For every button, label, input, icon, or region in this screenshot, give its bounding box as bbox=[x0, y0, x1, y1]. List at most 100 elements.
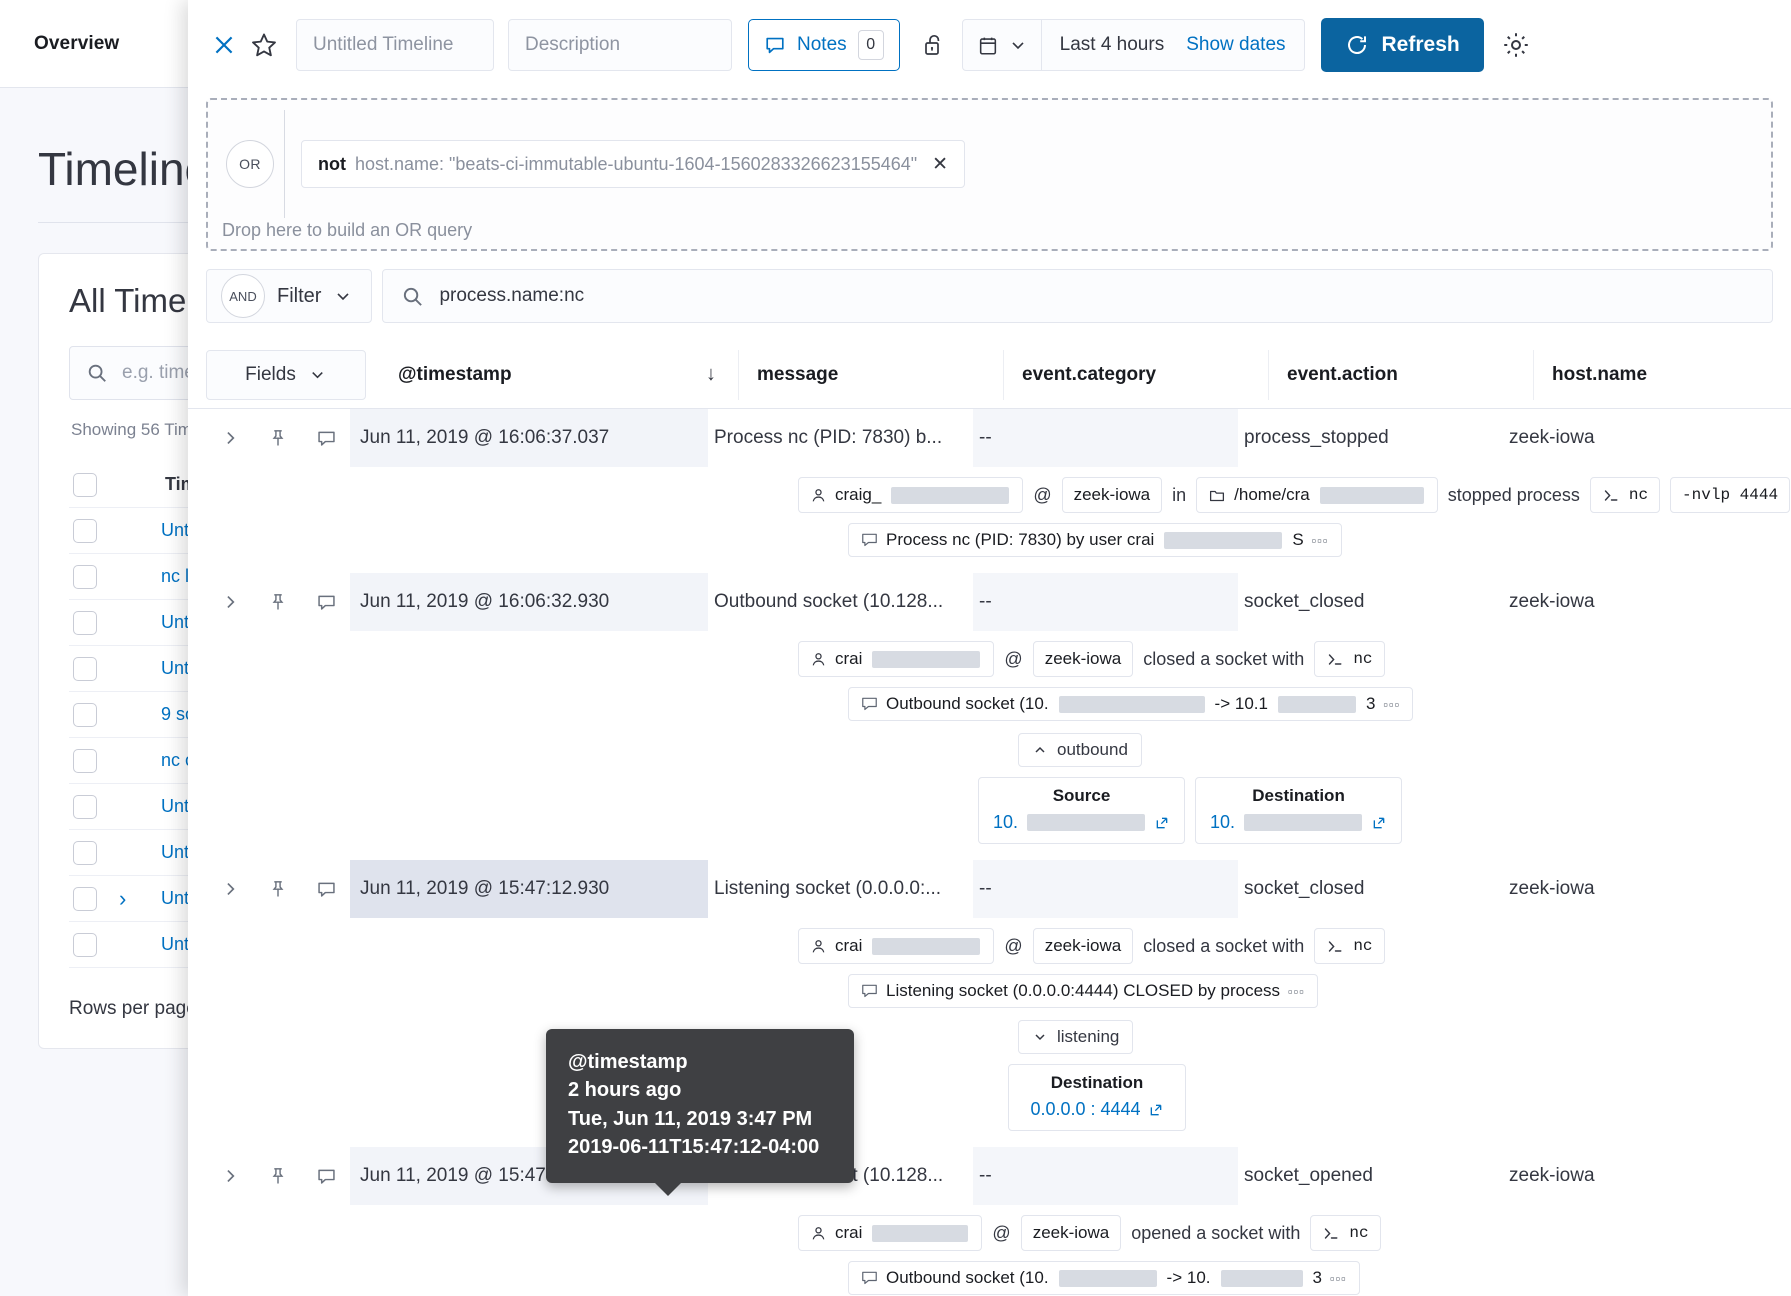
pin-icon[interactable] bbox=[254, 591, 302, 613]
row-checkbox[interactable] bbox=[73, 565, 97, 589]
user-chip[interactable]: crai bbox=[798, 1215, 982, 1251]
date-range-value[interactable]: Last 4 hours bbox=[1042, 34, 1187, 56]
cell-host-name[interactable]: zeek-iowa bbox=[1503, 409, 1791, 467]
network-address[interactable]: 10. bbox=[993, 812, 1018, 833]
user-chip[interactable]: crai bbox=[798, 641, 994, 677]
more-actions-icon[interactable]: ▫▫▫ bbox=[1383, 697, 1400, 712]
external-link-icon[interactable] bbox=[1154, 815, 1170, 831]
network-box-value[interactable]: 0.0.0.0 : 4444 bbox=[1023, 1099, 1171, 1120]
cell-message[interactable]: Outbound socket (10.128... bbox=[708, 573, 973, 631]
pin-icon[interactable] bbox=[254, 878, 302, 900]
column-header-message[interactable]: message bbox=[738, 350, 1003, 400]
select-all-checkbox[interactable] bbox=[73, 473, 97, 497]
column-header-event-action[interactable]: event.action bbox=[1268, 350, 1533, 400]
add-note-icon[interactable] bbox=[302, 428, 350, 449]
network-address[interactable]: 0.0.0.0 : 4444 bbox=[1030, 1099, 1140, 1120]
process-chip[interactable]: nc bbox=[1590, 477, 1660, 513]
query-filter-pill[interactable]: not host.name: "beats-ci-immutable-ubunt… bbox=[301, 140, 965, 188]
close-icon[interactable]: ✕ bbox=[932, 153, 948, 176]
pin-icon[interactable] bbox=[254, 427, 302, 449]
cell-timestamp[interactable]: Jun 11, 2019 @ 16:06:37.037 bbox=[350, 409, 708, 467]
cell-message[interactable]: Process nc (PID: 7830) b... bbox=[708, 409, 973, 467]
row-checkbox[interactable] bbox=[73, 703, 97, 727]
host-chip[interactable]: zeek-iowa bbox=[1021, 1215, 1122, 1251]
show-dates-button[interactable]: Show dates bbox=[1186, 34, 1303, 56]
sort-descending-icon[interactable]: ↓ bbox=[706, 363, 716, 386]
add-note-icon[interactable] bbox=[302, 592, 350, 613]
event-message-chip[interactable]: Outbound socket (10.-> 10.3▫▫▫ bbox=[848, 1261, 1360, 1295]
nav-item-overview[interactable]: Overview bbox=[34, 33, 119, 55]
timeline-description-input[interactable]: Description bbox=[508, 19, 732, 71]
cell-event-action[interactable]: socket_opened bbox=[1238, 1147, 1503, 1205]
cell-timestamp[interactable]: Jun 11, 2019 @ 16:06:32.930 bbox=[350, 573, 708, 631]
add-note-icon[interactable] bbox=[302, 879, 350, 900]
user-chip[interactable]: craig_ bbox=[798, 477, 1023, 513]
network-address[interactable]: 10. bbox=[1210, 812, 1235, 833]
refresh-button[interactable]: Refresh bbox=[1321, 18, 1484, 72]
expand-event-icon[interactable] bbox=[206, 1166, 254, 1186]
add-note-icon[interactable] bbox=[302, 1166, 350, 1187]
process-chip[interactable]: nc bbox=[1314, 928, 1384, 964]
row-checkbox[interactable] bbox=[73, 611, 97, 635]
path-chip[interactable]: /home/cra bbox=[1196, 477, 1438, 513]
cell-host-name[interactable]: zeek-iowa bbox=[1503, 573, 1791, 631]
cell-event-action[interactable]: socket_closed bbox=[1238, 573, 1503, 631]
row-checkbox[interactable] bbox=[73, 887, 97, 911]
favorite-star-icon[interactable] bbox=[244, 25, 284, 65]
close-icon[interactable] bbox=[204, 25, 244, 65]
network-box-value[interactable]: 10. bbox=[1210, 812, 1387, 833]
date-picker[interactable]: Last 4 hours Show dates bbox=[962, 19, 1305, 71]
notes-button[interactable]: Notes 0 bbox=[748, 19, 900, 71]
cell-host-name[interactable]: zeek-iowa bbox=[1503, 1147, 1791, 1205]
cell-host-name[interactable]: zeek-iowa bbox=[1503, 860, 1791, 918]
process-args-chip[interactable]: -nvlp 4444 bbox=[1670, 477, 1790, 513]
cell-event-category[interactable]: -- bbox=[973, 409, 1238, 467]
network-toggle[interactable]: listening bbox=[1018, 1020, 1133, 1054]
expand-row-icon[interactable]: › bbox=[119, 886, 139, 912]
host-chip[interactable]: zeek-iowa bbox=[1033, 928, 1134, 964]
gear-icon[interactable] bbox=[1496, 25, 1536, 65]
event-message-chip[interactable]: Process nc (PID: 7830) by user craiS▫▫▫ bbox=[848, 523, 1342, 557]
network-box-value[interactable]: 10. bbox=[993, 812, 1170, 833]
row-checkbox[interactable] bbox=[73, 933, 97, 957]
external-link-icon[interactable] bbox=[1148, 1102, 1164, 1118]
host-chip[interactable]: zeek-iowa bbox=[1033, 641, 1134, 677]
timeline-title-input[interactable]: Untitled Timeline bbox=[296, 19, 494, 71]
kql-search-input[interactable]: process.name:nc bbox=[382, 269, 1773, 323]
table-row[interactable]: Jun 11, 2019 @ 16:06:37.037Process nc (P… bbox=[188, 409, 1791, 467]
expand-event-icon[interactable] bbox=[206, 428, 254, 448]
process-chip[interactable]: nc bbox=[1314, 641, 1384, 677]
fields-button[interactable]: Fields bbox=[206, 350, 366, 400]
event-message-chip[interactable]: Outbound socket (10.-> 10.13▫▫▫ bbox=[848, 687, 1413, 721]
external-link-icon[interactable] bbox=[1371, 815, 1387, 831]
cell-timestamp[interactable]: Jun 11, 2019 @ 15:47:12.930 bbox=[350, 860, 708, 918]
pin-icon[interactable] bbox=[254, 1165, 302, 1187]
network-toggle[interactable]: outbound bbox=[1018, 733, 1142, 767]
row-checkbox[interactable] bbox=[73, 519, 97, 543]
row-checkbox[interactable] bbox=[73, 795, 97, 819]
table-row[interactable]: Jun 11, 2019 @ 15:47:12.930Listening soc… bbox=[188, 860, 1791, 918]
unlock-icon[interactable] bbox=[914, 25, 954, 65]
table-row[interactable]: Jun 11, 2019 @ 15:47:12.930Outbound sock… bbox=[188, 1147, 1791, 1205]
or-query-drop-area[interactable]: OR not host.name: "beats-ci-immutable-ub… bbox=[206, 98, 1773, 251]
more-actions-icon[interactable]: ▫▫▫ bbox=[1312, 533, 1329, 548]
row-checkbox[interactable] bbox=[73, 841, 97, 865]
column-header-timestamp[interactable]: @timestamp ↓ bbox=[380, 350, 738, 400]
process-chip[interactable]: nc bbox=[1310, 1215, 1380, 1251]
column-header-host-name[interactable]: host.name bbox=[1533, 350, 1791, 400]
row-checkbox[interactable] bbox=[73, 657, 97, 681]
event-message-chip[interactable]: Listening socket (0.0.0.0:4444) CLOSED b… bbox=[848, 974, 1318, 1008]
table-row[interactable]: Jun 11, 2019 @ 16:06:32.930Outbound sock… bbox=[188, 573, 1791, 631]
calendar-dropdown-button[interactable] bbox=[963, 20, 1042, 70]
cell-event-category[interactable]: -- bbox=[973, 860, 1238, 918]
more-actions-icon[interactable]: ▫▫▫ bbox=[1330, 1271, 1347, 1286]
more-actions-icon[interactable]: ▫▫▫ bbox=[1288, 984, 1305, 999]
expand-event-icon[interactable] bbox=[206, 879, 254, 899]
cell-event-category[interactable]: -- bbox=[973, 573, 1238, 631]
row-checkbox[interactable] bbox=[73, 749, 97, 773]
column-header-event-category[interactable]: event.category bbox=[1003, 350, 1268, 400]
cell-message[interactable]: Listening socket (0.0.0.0:... bbox=[708, 860, 973, 918]
user-chip[interactable]: crai bbox=[798, 928, 994, 964]
cell-event-category[interactable]: -- bbox=[973, 1147, 1238, 1205]
filter-dropdown-button[interactable]: AND Filter bbox=[206, 269, 372, 323]
